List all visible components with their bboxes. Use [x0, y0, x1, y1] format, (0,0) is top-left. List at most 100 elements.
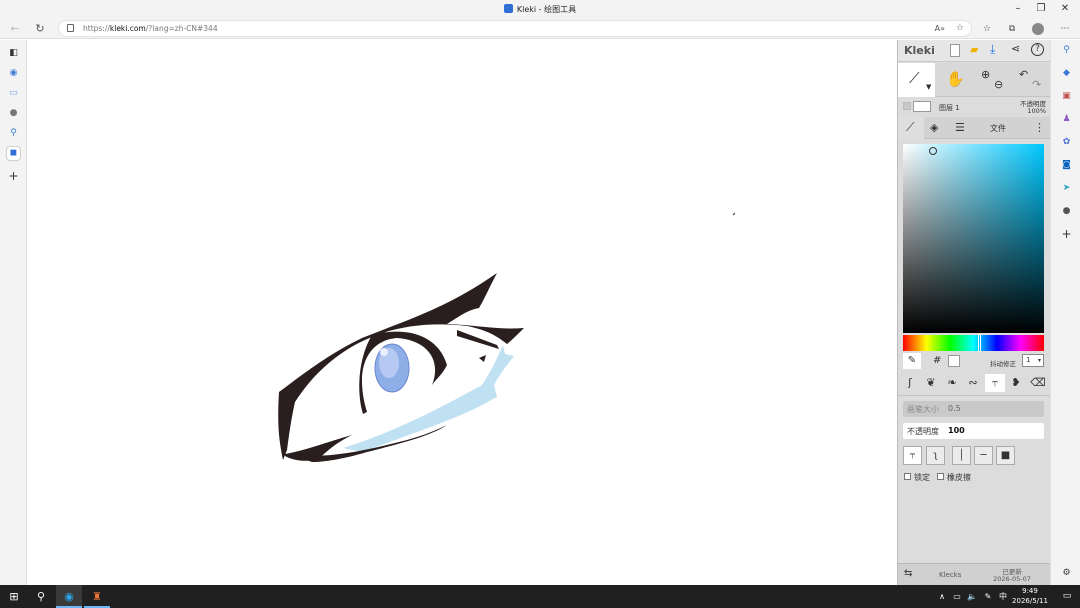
close-button[interactable]: ✕	[1053, 2, 1077, 16]
eraser-icon[interactable]: ⌫	[1028, 374, 1048, 392]
adjust-tab-icon[interactable]: ☰	[955, 121, 965, 134]
layer-opacity-value: 100%	[1027, 107, 1046, 115]
refresh-icon[interactable]: ↻	[32, 21, 48, 37]
sidebar-m365-icon[interactable]: ✿	[1060, 136, 1073, 149]
klecks-link[interactable]: Klecks	[939, 571, 961, 579]
tab-search-icon[interactable]: ⚲	[7, 127, 20, 140]
more-options-icon[interactable]: ⋮	[1034, 121, 1045, 134]
brush-size-slider[interactable]: 画笔大小 0.5	[903, 401, 1044, 417]
drawing-canvas[interactable]	[27, 40, 897, 585]
layer-row[interactable]: 图层 1 不透明度 100%	[898, 98, 1051, 116]
panel-footer: ⇆ Klecks 已更新 2026-05-07	[898, 563, 1051, 585]
clock-date[interactable]: 2026/5/11	[1010, 597, 1050, 605]
sidebar-add-icon[interactable]: +	[1060, 228, 1073, 241]
brush-icon: ⟋	[909, 69, 920, 87]
search-icon[interactable]: ⚲	[28, 585, 54, 608]
sidebar-search-icon[interactable]: ⚲	[1060, 44, 1073, 57]
lock-alpha-checkbox[interactable]	[904, 473, 911, 480]
drawing-artwork	[278, 212, 736, 462]
edge-taskbar-icon[interactable]: ◉	[56, 585, 82, 608]
new-image-icon[interactable]	[950, 44, 960, 57]
more-menu-icon[interactable]: ⋯	[1057, 21, 1073, 37]
color-row: ✎ # 抖动修正 1 ▾	[898, 353, 1051, 370]
url-field[interactable]: https://kleki.com/?lang=zh-CN#344 A» ☆	[58, 20, 972, 37]
hand-tool-icon[interactable]: ✋	[946, 70, 965, 88]
sidebar-avatar-icon[interactable]: ●	[1060, 205, 1073, 218]
notification-icon[interactable]: ▭	[1054, 585, 1080, 608]
blend-brush-icon[interactable]: ❦	[921, 374, 941, 392]
pen-tray-icon[interactable]: ✎	[981, 585, 995, 608]
lower-lid-shading	[343, 345, 514, 452]
tool-row: ⟋ ▼ ✋ ⊕ ⊖ ↶ ↷	[898, 63, 1051, 97]
pixel-brush-icon[interactable]: ∾	[963, 374, 983, 392]
smudge-brush-icon[interactable]: ❥	[1006, 374, 1026, 392]
zoom-in-icon[interactable]: ⊕	[981, 68, 990, 81]
url-prefix: https://	[83, 24, 110, 33]
brush-opacity-slider[interactable]: 不透明度 100	[903, 423, 1044, 439]
tab-kleki-icon[interactable]: ◼	[6, 146, 21, 161]
sidebar-shopping-icon[interactable]: ◆	[1060, 67, 1073, 80]
undo-icon[interactable]: ↶	[1019, 68, 1028, 81]
eyedropper-icon[interactable]: ✎	[903, 353, 921, 369]
pen-brush-icon[interactable]: ʃ	[900, 374, 920, 392]
brush-size-value: 0.5	[948, 404, 961, 413]
restore-button[interactable]: ❐	[1029, 2, 1053, 16]
hue-slider[interactable]	[903, 334, 1044, 352]
favorites-icon[interactable]: ☆	[979, 21, 995, 37]
primary-color-swatch[interactable]	[948, 355, 960, 367]
app-taskbar-icon[interactable]: ♜	[84, 585, 110, 608]
pressure-brush-icon[interactable]: ⥾	[903, 446, 922, 465]
chemy-brush-icon[interactable]: ⥾	[985, 374, 1005, 392]
tab-file[interactable]: 文件	[990, 123, 1006, 134]
inner-corner-mark	[479, 355, 486, 362]
volume-icon[interactable]: 🔈	[965, 585, 979, 608]
help-icon[interactable]: ?	[1031, 43, 1044, 56]
sidebar-tools-icon[interactable]: ▣	[1060, 90, 1073, 103]
new-tab-icon[interactable]: +	[7, 170, 20, 183]
lock-icon	[67, 24, 74, 32]
share-icon[interactable]: ⋖	[1011, 42, 1020, 55]
open-image-icon[interactable]: ▰	[970, 43, 978, 56]
minimize-button[interactable]: –	[1006, 2, 1030, 16]
redo-icon[interactable]: ↷	[1032, 78, 1041, 91]
vertical-line-icon[interactable]: │	[952, 446, 971, 465]
curve-brush-icon[interactable]: ʅ	[926, 446, 945, 465]
download-icon[interactable]: ⤓	[990, 42, 995, 57]
hue-handle[interactable]	[978, 334, 981, 352]
read-aloud-icon[interactable]: A»	[935, 21, 945, 36]
sidebar-games-icon[interactable]: ♟	[1060, 113, 1073, 126]
saturation-value-picker[interactable]	[903, 144, 1044, 333]
tab-1-icon[interactable]: ◉	[7, 67, 20, 80]
tab-2-icon[interactable]: ▭	[7, 87, 20, 100]
start-icon[interactable]: ⊞	[1, 585, 27, 608]
url-suffix: /?lang=zh-CN#344	[145, 24, 218, 33]
brush-opacity-label: 不透明度	[907, 427, 939, 436]
tab-brush[interactable]: ⟋	[898, 117, 924, 139]
eraser-checkbox[interactable]	[937, 473, 944, 480]
horizontal-line-icon[interactable]: ─	[974, 446, 993, 465]
layer-visibility-checkbox[interactable]	[903, 102, 911, 110]
square-brush-icon[interactable]: ■	[996, 446, 1015, 465]
profile-avatar-icon[interactable]	[1030, 21, 1046, 37]
swap-side-icon[interactable]: ⇆	[904, 568, 912, 579]
add-favorite-icon[interactable]: ☆	[956, 21, 964, 36]
brush-tool-button[interactable]: ⟋ ▼	[898, 63, 935, 97]
layers-tab-icon[interactable]: ◈	[930, 121, 938, 134]
ime-indicator[interactable]: 中	[996, 585, 1010, 608]
network-icon[interactable]: ▭	[950, 585, 964, 608]
tray-chevron-icon[interactable]: ∧	[935, 585, 949, 608]
back-icon[interactable]: ←	[7, 21, 23, 37]
clock-time[interactable]: 9:49	[1010, 587, 1050, 595]
tab-3-icon[interactable]: ●	[7, 107, 20, 120]
hex-input-button[interactable]: #	[933, 355, 941, 366]
sidebar-send-icon[interactable]: ➤	[1060, 182, 1073, 195]
color-cursor[interactable]	[929, 147, 937, 155]
zoom-out-icon[interactable]: ⊖	[994, 78, 1003, 91]
sidebar-settings-icon[interactable]: ⚙	[1060, 567, 1073, 580]
sidebar-outlook-icon[interactable]: ◙	[1060, 159, 1073, 172]
stabilizer-select[interactable]: 1 ▾	[1022, 354, 1044, 367]
collections-icon[interactable]: ⧉	[1004, 21, 1020, 37]
tab-actions-icon[interactable]: ◧	[7, 47, 20, 60]
sketchy-brush-icon[interactable]: ❧	[942, 374, 962, 392]
kleki-logo: Kleki	[904, 44, 935, 57]
